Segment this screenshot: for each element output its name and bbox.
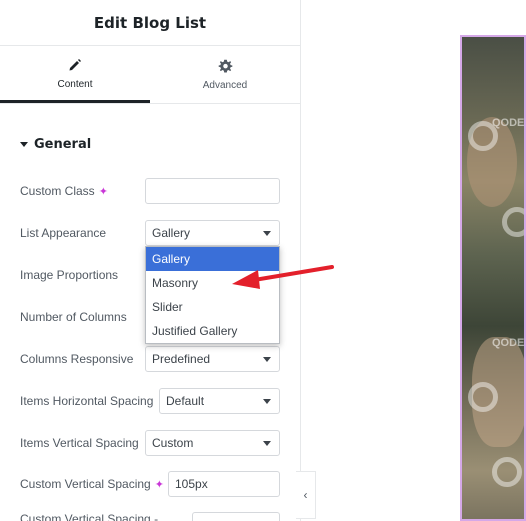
tab-content[interactable]: Content [0,46,150,103]
custom-vertical-spacing-2-input[interactable] [192,512,280,521]
section-general-toggle[interactable]: General [20,137,91,152]
custom-vertical-spacing-label-text: Custom Vertical Spacing [20,477,151,491]
items-horizontal-spacing-label: Items Horizontal Spacing [20,394,154,408]
columns-responsive-value: Predefined [152,352,211,366]
custom-vertical-spacing-label: Custom Vertical Spacing ✦ [20,477,164,491]
panel-header: Edit Blog List [0,0,300,46]
dropdown-option[interactable]: Slider [146,295,279,319]
chevron-down-icon [263,440,271,446]
watermark-logo-icon [502,207,524,237]
preview-image: QODE QODE [460,35,526,521]
pencil-icon [67,57,83,73]
watermark-logo-icon [492,457,522,487]
ai-sparkle-icon[interactable]: ✦ [99,185,108,198]
ai-sparkle-icon[interactable]: ✦ [155,478,164,491]
dropdown-option[interactable]: Justified Gallery [146,319,279,343]
items-horizontal-spacing-select[interactable]: Default [159,388,280,414]
caret-down-icon [20,142,28,147]
list-appearance-dropdown: Gallery Masonry Slider Justified Gallery [145,246,280,344]
chevron-down-icon [263,230,271,236]
items-horizontal-spacing-value: Default [166,394,205,408]
chevron-left-icon: ‹ [303,488,308,502]
tab-advanced-label: Advanced [202,80,248,91]
chevron-down-icon [263,356,271,362]
columns-responsive-label: Columns Responsive [20,352,134,366]
tab-advanced[interactable]: Advanced [150,46,300,103]
section-title: General [34,137,92,152]
gear-icon [217,58,233,74]
items-vertical-spacing-label: Items Vertical Spacing [20,436,139,450]
watermark-logo-icon [468,382,498,412]
chevron-down-icon [263,398,271,404]
watermark-text: QODE [492,337,525,349]
image-proportions-label: Image Proportions [20,268,119,282]
custom-class-label: Custom Class ✦ [20,184,108,198]
list-appearance-value: Gallery [152,226,191,240]
list-appearance-label: List Appearance [20,226,107,240]
columns-responsive-select[interactable]: Predefined [145,346,280,372]
list-appearance-select[interactable]: Gallery [145,220,280,246]
custom-class-label-text: Custom Class [20,184,95,198]
tab-content-label: Content [57,78,93,90]
panel-title: Edit Blog List [93,13,207,32]
watermark-text: QODE [492,117,525,129]
number-of-columns-label: Number of Columns [20,310,127,324]
collapse-panel-button[interactable]: ‹ [296,471,316,519]
annotation-arrow-icon [232,265,334,289]
items-vertical-spacing-select[interactable]: Custom [145,430,280,456]
custom-class-input[interactable] [145,178,280,204]
panel-tabs: Content Advanced [0,46,300,104]
custom-vertical-spacing-2-label: Custom Vertical Spacing - [20,512,159,521]
items-vertical-spacing-value: Custom [152,436,194,450]
custom-vertical-spacing-input[interactable]: 105px [168,471,280,497]
